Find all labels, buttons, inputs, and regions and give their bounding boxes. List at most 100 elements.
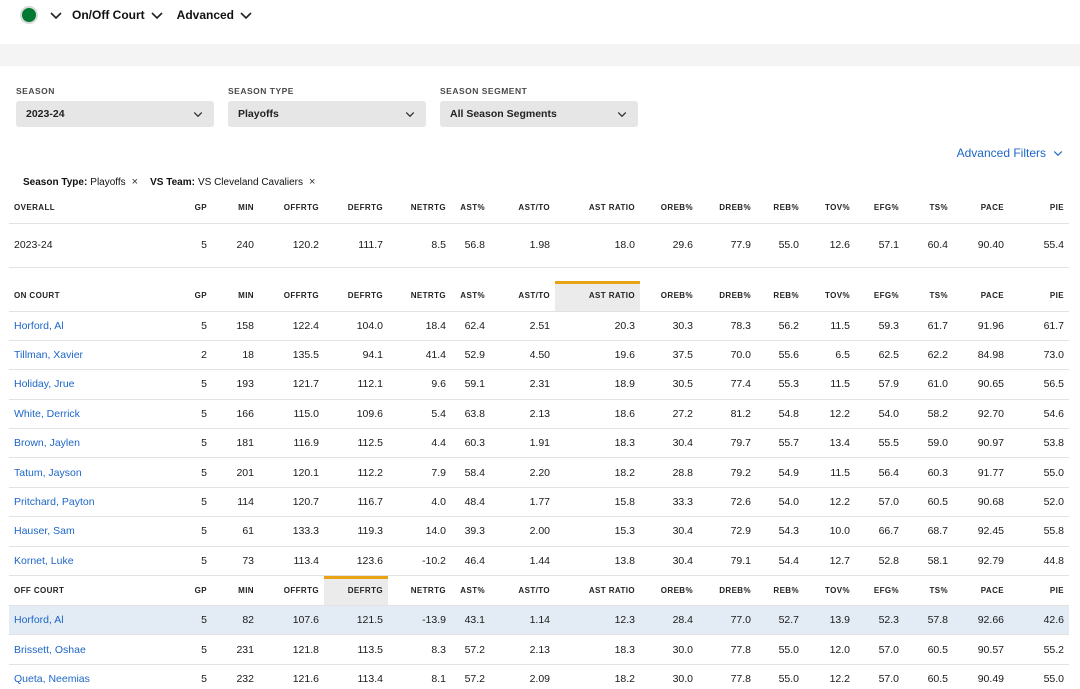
stat-cell-efg: 57.0 xyxy=(855,487,904,518)
advanced-filters-toggle[interactable]: Advanced Filters xyxy=(957,146,1064,160)
column-header-netrtg[interactable]: NETRTG xyxy=(388,281,451,312)
player-link[interactable]: White, Derrick xyxy=(9,399,169,430)
player-link[interactable]: Pritchard, Payton xyxy=(9,487,169,518)
filter-label: SEASON SEGMENT xyxy=(440,86,528,96)
column-header-dreb[interactable]: DREB% xyxy=(698,575,756,607)
stat-cell-defrtg: 116.7 xyxy=(324,487,388,518)
stat-cell-ts: 57.8 xyxy=(904,605,953,636)
stat-cell-ast: 59.1 xyxy=(451,369,490,400)
stat-cell-dreb: 72.9 xyxy=(698,516,756,547)
stat-cell-tov: 12.2 xyxy=(804,399,855,430)
column-header-reb[interactable]: REB% xyxy=(756,281,804,312)
close-icon[interactable]: × xyxy=(309,176,315,188)
stat-cell-min: 166 xyxy=(212,399,259,430)
chevron-down-icon[interactable] xyxy=(48,7,64,23)
close-icon[interactable]: × xyxy=(132,176,138,188)
column-header-gp[interactable]: GP xyxy=(169,193,212,224)
player-link[interactable]: Horford, Al xyxy=(9,605,169,636)
column-header-ast-ratio[interactable]: AST RATIO xyxy=(555,575,640,607)
column-header-ts[interactable]: TS% xyxy=(904,193,953,224)
nav-dropdown-advanced[interactable]: Advanced xyxy=(177,7,254,23)
stat-cell-ast-to: 2.13 xyxy=(490,399,555,430)
column-header-min[interactable]: MIN xyxy=(212,281,259,312)
column-header-ast[interactable]: AST% xyxy=(451,575,490,607)
player-link[interactable]: Kornet, Luke xyxy=(9,546,169,577)
column-header-ast-ratio[interactable]: AST RATIO xyxy=(555,193,640,224)
column-header-oreb[interactable]: OREB% xyxy=(640,193,698,224)
player-link[interactable]: Horford, Al xyxy=(9,311,169,341)
season-segment-select[interactable]: All Season Segments xyxy=(440,101,638,127)
stat-cell-efg: 57.9 xyxy=(855,369,904,400)
player-link[interactable]: Holiday, Jrue xyxy=(9,369,169,400)
column-header-ast[interactable]: AST% xyxy=(451,193,490,224)
column-header-oreb[interactable]: OREB% xyxy=(640,281,698,312)
column-header-ast-to[interactable]: AST/TO xyxy=(490,193,555,224)
stat-cell-dreb: 78.3 xyxy=(698,311,756,341)
column-header-reb[interactable]: REB% xyxy=(756,575,804,607)
stat-cell-gp: 5 xyxy=(169,428,212,459)
player-link[interactable]: Tatum, Jayson xyxy=(9,457,169,488)
column-header-tov[interactable]: TOV% xyxy=(804,575,855,607)
column-header-gp[interactable]: GP xyxy=(169,281,212,312)
nav-dropdown-onoff[interactable]: On/Off Court xyxy=(72,7,165,23)
column-header-efg[interactable]: EFG% xyxy=(855,193,904,224)
column-header-ts[interactable]: TS% xyxy=(904,575,953,607)
player-link[interactable]: Tillman, Xavier xyxy=(9,340,169,371)
column-header-ast-to[interactable]: AST/TO xyxy=(490,575,555,607)
column-header-efg[interactable]: EFG% xyxy=(855,281,904,312)
column-header-efg[interactable]: EFG% xyxy=(855,575,904,607)
column-header-pace[interactable]: PACE xyxy=(953,281,1009,312)
nav-item-label: On/Off Court xyxy=(72,8,145,22)
stat-cell-ast-ratio: 18.0 xyxy=(555,223,640,268)
column-header-pie[interactable]: PIE xyxy=(1009,281,1069,312)
column-header-defrtg[interactable]: DEFRTG xyxy=(324,575,388,607)
column-header-ts[interactable]: TS% xyxy=(904,281,953,312)
column-header-ast-ratio[interactable]: AST RATIO xyxy=(555,281,640,312)
column-header-tov[interactable]: TOV% xyxy=(804,281,855,312)
player-link[interactable]: Brissett, Oshae xyxy=(9,634,169,665)
column-header-min[interactable]: MIN xyxy=(212,193,259,224)
stat-cell-ast-to: 1.77 xyxy=(490,487,555,518)
column-header-min[interactable]: MIN xyxy=(212,575,259,607)
column-header-pace[interactable]: PACE xyxy=(953,193,1009,224)
stat-cell-dreb: 77.4 xyxy=(698,369,756,400)
stat-cell-defrtg: 112.1 xyxy=(324,369,388,400)
table-row: Horford, Al 5 82 107.6 121.5 -13.9 43.1 1.14 12.… xyxy=(9,605,1069,636)
column-header-pie[interactable]: PIE xyxy=(1009,193,1069,224)
column-header-oreb[interactable]: OREB% xyxy=(640,575,698,607)
stat-cell-tov: 12.7 xyxy=(804,546,855,577)
stat-cell-ast-to: 1.44 xyxy=(490,546,555,577)
column-header-offrtg[interactable]: OFFRTG xyxy=(259,281,324,312)
column-header-netrtg[interactable]: NETRTG xyxy=(388,575,451,607)
stat-cell-reb: 56.2 xyxy=(756,311,804,341)
column-header-pie[interactable]: PIE xyxy=(1009,575,1069,607)
column-header-netrtg[interactable]: NETRTG xyxy=(388,193,451,224)
column-header-pace[interactable]: PACE xyxy=(953,575,1009,607)
column-header-tov[interactable]: TOV% xyxy=(804,193,855,224)
player-link[interactable]: Hauser, Sam xyxy=(9,516,169,547)
team-logo-icon[interactable] xyxy=(20,6,38,24)
column-header-reb[interactable]: REB% xyxy=(756,193,804,224)
stat-cell-ast: 43.1 xyxy=(451,605,490,636)
season-select[interactable]: 2023-24 xyxy=(16,101,214,127)
column-header-defrtg[interactable]: DEFRTG xyxy=(324,193,388,224)
column-header-dreb[interactable]: DREB% xyxy=(698,193,756,224)
stat-cell-ast-to: 1.98 xyxy=(490,223,555,268)
stat-cell-dreb: 77.0 xyxy=(698,605,756,636)
column-header-gp[interactable]: GP xyxy=(169,575,212,607)
column-header-defrtg[interactable]: DEFRTG xyxy=(324,281,388,312)
season-filter: SEASON 2023-24 xyxy=(16,86,214,127)
column-header-offrtg[interactable]: OFFRTG xyxy=(259,575,324,607)
player-link[interactable]: Brown, Jaylen xyxy=(9,428,169,459)
section-title: ON COURT xyxy=(9,281,169,312)
season-type-select[interactable]: Playoffs xyxy=(228,101,426,127)
stat-cell-ts: 60.5 xyxy=(904,634,953,665)
player-link[interactable]: Queta, Neemias xyxy=(9,664,169,689)
column-header-offrtg[interactable]: OFFRTG xyxy=(259,193,324,224)
column-header-dreb[interactable]: DREB% xyxy=(698,281,756,312)
stat-cell-ast-ratio: 18.2 xyxy=(555,457,640,488)
stat-cell-min: 18 xyxy=(212,340,259,371)
column-header-ast[interactable]: AST% xyxy=(451,281,490,312)
stat-cell-offrtg: 115.0 xyxy=(259,399,324,430)
column-header-ast-to[interactable]: AST/TO xyxy=(490,281,555,312)
